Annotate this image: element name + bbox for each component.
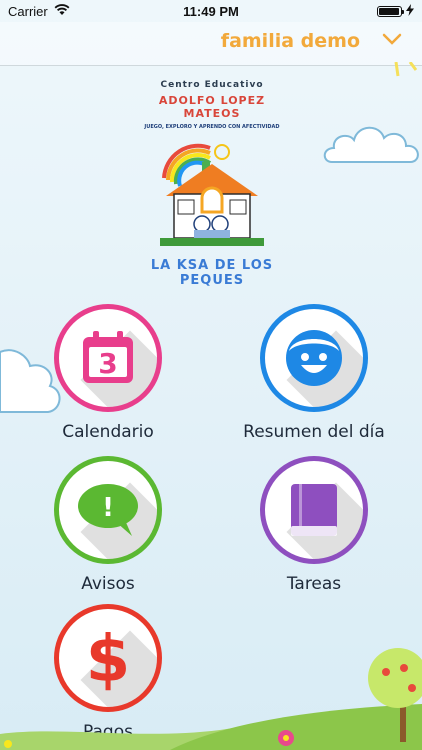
- menu-pagos[interactable]: $ Pagos: [28, 604, 188, 742]
- family-selector[interactable]: familia demo: [221, 30, 402, 52]
- charging-bolt-icon: [406, 3, 414, 19]
- chevron-down-icon: [382, 32, 402, 50]
- smiley-face-icon: [286, 330, 342, 386]
- tareas-label: Tareas: [286, 574, 342, 594]
- menu-calendario[interactable]: 3 Calendario: [28, 304, 188, 442]
- dollar-icon: $: [86, 623, 131, 693]
- status-bar: Carrier 11:49 PM: [0, 0, 422, 22]
- avisos-circle: !: [54, 456, 162, 564]
- avisos-badge-text: !: [102, 493, 114, 523]
- wifi-icon: [54, 3, 70, 19]
- resumen-circle: [260, 304, 368, 412]
- sun-decoration: [376, 61, 422, 91]
- battery-level: [379, 7, 399, 15]
- school-house-illustration: [160, 143, 264, 246]
- pagos-circle: $: [54, 604, 162, 712]
- status-right: [377, 3, 414, 19]
- cloud-decoration-right: [322, 112, 422, 171]
- status-left: Carrier: [8, 4, 70, 19]
- logo-line-1: Centro Educativo: [160, 80, 264, 90]
- tareas-circle: [260, 456, 368, 564]
- carrier-label: Carrier: [8, 3, 48, 19]
- calendar-badge-text: 3: [98, 347, 117, 380]
- battery-icon: [377, 5, 404, 17]
- logo-line-4: LA KSA DE LOS PEQUES: [150, 258, 274, 288]
- calendario-circle: 3: [54, 304, 162, 412]
- school-logo: Centro Educativo ADOLFO LOPEZ MATEOS JUE…: [130, 76, 294, 288]
- chat-alert-icon: !: [78, 484, 138, 536]
- menu-tareas[interactable]: Tareas: [234, 456, 394, 594]
- menu-resumen-del-dia[interactable]: Resumen del día: [234, 304, 394, 442]
- nav-bar: familia demo: [0, 22, 422, 66]
- pagos-label: Pagos: [83, 722, 133, 742]
- family-name: familia demo: [220, 30, 360, 52]
- calendar-icon: 3: [83, 331, 133, 383]
- book-icon: [291, 484, 337, 536]
- menu-avisos[interactable]: ! Avisos: [28, 456, 188, 594]
- logo-line-3: JUEGO, EXPLORO Y APRENDO CON AFECTIVIDAD: [144, 124, 280, 130]
- avisos-label: Avisos: [81, 574, 135, 594]
- pagos-badge-text: $: [86, 623, 131, 693]
- calendario-label: Calendario: [62, 422, 154, 442]
- resumen-label: Resumen del día: [243, 422, 385, 442]
- logo-line-2: ADOLFO LOPEZ MATEOS: [158, 94, 266, 120]
